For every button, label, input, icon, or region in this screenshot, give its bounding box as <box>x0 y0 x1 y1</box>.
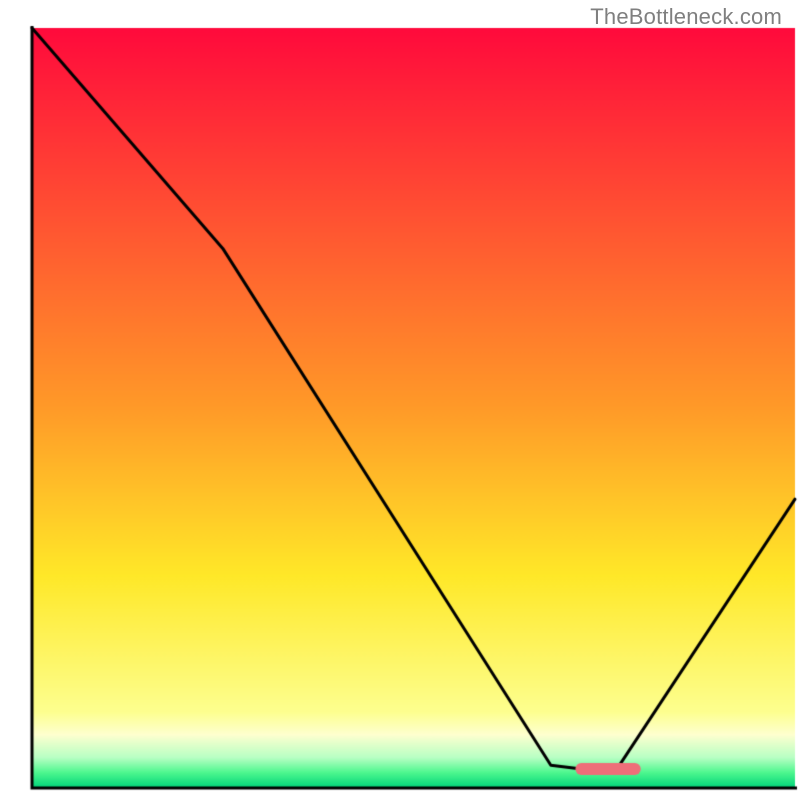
chart-container: TheBottleneck.com <box>0 0 800 800</box>
watermark-text: TheBottleneck.com <box>590 4 782 30</box>
bottleneck-chart-canvas <box>0 0 800 800</box>
